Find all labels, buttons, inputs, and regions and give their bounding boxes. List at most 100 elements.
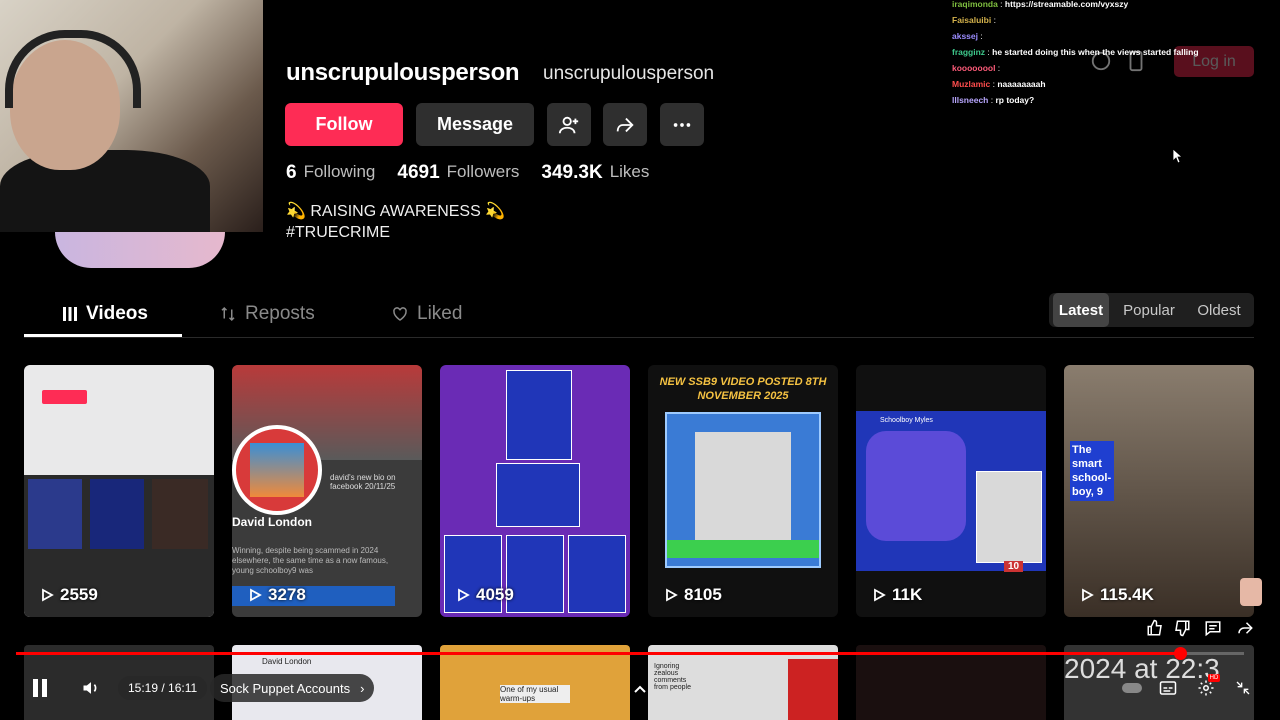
chat-text: https://streamable.com/vyxszy [1004, 0, 1129, 9]
thumb-panel-mid [496, 463, 580, 527]
video-card-9[interactable]: One of my usual warm-ups [440, 645, 630, 720]
video-card-5[interactable]: Schoolboy Myles 10 11K [856, 365, 1046, 617]
chat-message: Faisaluibi : [952, 12, 1272, 28]
pause-icon [33, 679, 47, 697]
thumbs-up-icon [1147, 619, 1162, 636]
webcam-shoulders [0, 150, 210, 232]
video-views-count: 8105 [684, 585, 722, 604]
mini-avatar[interactable] [1240, 578, 1262, 606]
video-views-count: 11K [892, 585, 923, 604]
hd-badge-icon: HD [1208, 674, 1220, 682]
thumb-frame [665, 412, 821, 568]
video-card-11[interactable] [856, 645, 1046, 720]
video-card-6[interactable]: The smart school-boy, 9 115.4K [1064, 365, 1254, 617]
chevron-up-icon [634, 685, 646, 693]
subtitles-button[interactable] [1157, 676, 1179, 700]
bio-line-2: #TRUECRIME [286, 224, 391, 241]
comments-button[interactable] [1203, 616, 1223, 640]
follow-button[interactable]: Follow [285, 103, 403, 146]
chat-text: naaaaaaaah [997, 79, 1046, 89]
chat-separator: : [995, 63, 1001, 73]
chat-username[interactable]: koooooool [952, 63, 995, 73]
play-icon [250, 588, 262, 602]
thumbs-down-icon [1175, 620, 1190, 637]
video-views: 2559 [40, 585, 98, 605]
profile-avatar[interactable] [55, 232, 225, 268]
chat-username[interactable]: fragginz [952, 47, 985, 57]
more-options-button[interactable] [660, 103, 704, 146]
video-card-10[interactable]: Ignoring zealous comments from people [648, 645, 838, 720]
share-arrow-icon [1238, 622, 1253, 634]
tab-reposts[interactable]: Reposts [219, 303, 315, 325]
chapter-button[interactable]: Sock Puppet Accounts › [210, 674, 375, 702]
video-card-1[interactable]: 2559 [24, 365, 214, 617]
more-dots-icon [673, 122, 691, 127]
video-views-count: 115.4K [1100, 585, 1154, 604]
thumb-subtitle: david's new bio on facebook 20/11/25 [330, 473, 396, 491]
video-card-3[interactable]: 4059 [440, 365, 630, 617]
play-icon [42, 588, 54, 602]
expand-up-button[interactable] [630, 678, 650, 702]
chat-username[interactable]: akssej [952, 31, 978, 41]
chevron-right-icon: › [360, 680, 365, 696]
share-video-button[interactable] [1235, 616, 1255, 640]
pause-button[interactable] [26, 676, 54, 700]
chat-separator: : [991, 15, 996, 25]
play-icon [1082, 588, 1094, 602]
video-card-2[interactable]: david's new bio on facebook 20/11/25 Dav… [232, 365, 422, 617]
sort-popular[interactable]: Popular [1117, 293, 1181, 327]
thumb-label-a: Schoolboy Myles [880, 417, 933, 424]
play-icon [666, 588, 678, 602]
active-tab-indicator [24, 334, 182, 337]
chat-message: Muzlamic : naaaaaaaah [952, 76, 1272, 92]
message-button[interactable]: Message [416, 103, 534, 146]
followers-label[interactable]: Followers [447, 162, 520, 184]
row2-text: One of my usual warm-ups [500, 685, 570, 703]
volume-button[interactable] [78, 676, 104, 700]
row2-text: David London [262, 657, 312, 666]
chat-username[interactable]: lllsneech [952, 95, 988, 105]
sort-latest[interactable]: Latest [1053, 293, 1109, 327]
thumb-caption: The smart school-boy, 9 [1070, 441, 1114, 501]
autoplay-toggle[interactable] [1120, 676, 1144, 700]
profile-stats: 6 Following 4691 Followers 349.3K Likes [286, 162, 671, 184]
share-button[interactable] [603, 103, 647, 146]
headset-icon [5, 30, 141, 108]
thumb-caption: NEW SSB9 VIDEO POSTED 8TH NOVEMBER 2025 [659, 376, 827, 402]
chat-message: fragginz : he started doing this when th… [952, 44, 1272, 60]
chat-message: koooooool : [952, 60, 1272, 76]
exit-fullscreen-button[interactable] [1232, 676, 1254, 700]
tab-liked[interactable]: Liked [391, 303, 462, 325]
subtitles-icon [1159, 681, 1177, 695]
row2-text: Ignoring zealous comments from people [654, 663, 691, 691]
toggle-icon [1122, 683, 1142, 693]
thumb-label-b: 10 [1004, 561, 1024, 572]
following-label[interactable]: Following [304, 162, 376, 184]
sort-oldest[interactable]: Oldest [1189, 293, 1249, 327]
like-button[interactable] [1145, 616, 1165, 640]
thumb-panel-top [506, 370, 572, 460]
thumb-panel-center [506, 535, 564, 613]
share-icon [616, 117, 634, 132]
chat-username[interactable]: iraqimonda [952, 0, 998, 9]
chat-text: he started doing this when the views sta… [992, 47, 1199, 57]
thumb-background [856, 411, 1046, 571]
chat-username[interactable]: Muzlamic [952, 79, 990, 89]
video-card-4[interactable]: NEW SSB9 VIDEO POSTED 8TH NOVEMBER 2025 … [648, 365, 838, 617]
chat-message: iraqimonda : https://streamable.com/vyxs… [952, 0, 1272, 12]
add-friend-button[interactable] [547, 103, 591, 146]
thumb-follow-shape [42, 390, 87, 404]
video-views-count: 3278 [268, 585, 306, 604]
followers-count: 4691 [397, 162, 440, 183]
progress-scrubber[interactable] [1173, 647, 1187, 660]
dislike-button[interactable] [1172, 616, 1192, 640]
likes-label: Likes [609, 162, 650, 181]
profile-username: unscrupulousperson [286, 59, 520, 86]
thumb-body: Winning, despite being scammed in 2024 e… [232, 546, 389, 575]
following-count: 6 [286, 162, 297, 183]
chat-username[interactable]: Faisaluibi [952, 15, 991, 25]
stream-chat: iraqimonda : https://streamable.com/vyxs… [952, 0, 1272, 108]
volume-icon [83, 682, 97, 694]
time-display: 15:19 / 16:11 [118, 676, 208, 700]
tab-videos[interactable]: Videos [62, 303, 148, 325]
